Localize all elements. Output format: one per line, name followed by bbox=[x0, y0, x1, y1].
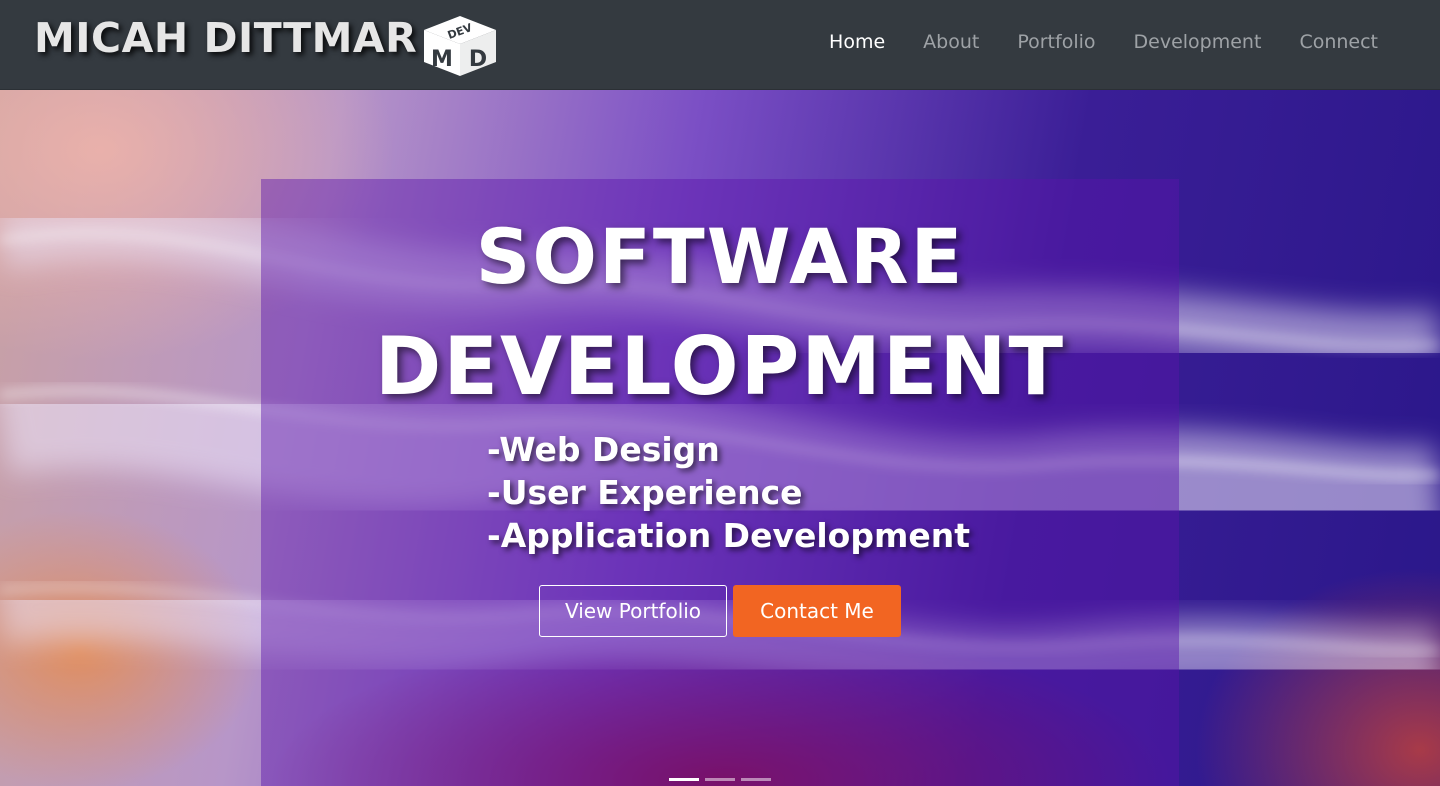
service-item: -Application Development bbox=[487, 516, 970, 555]
nav-connect[interactable]: Connect bbox=[1299, 31, 1378, 53]
carousel-indicator-1[interactable] bbox=[669, 778, 699, 781]
view-portfolio-button[interactable]: View Portfolio bbox=[539, 585, 727, 637]
services-list: -Web Design -User Experience -Applicatio… bbox=[487, 428, 970, 557]
carousel-indicator-2[interactable] bbox=[705, 778, 735, 781]
md-logo-icon[interactable]: DEV M D bbox=[420, 12, 500, 78]
nav-home[interactable]: Home bbox=[829, 31, 885, 53]
nav-about[interactable]: About bbox=[923, 31, 979, 53]
main-nav: Home About Portfolio Development Connect bbox=[791, 31, 1378, 53]
svg-text:M: M bbox=[431, 47, 453, 72]
carousel-indicator-3[interactable] bbox=[741, 778, 771, 781]
hero-carousel: SOFTWARE DEVELOPMENT -Web Design -User E… bbox=[0, 90, 1440, 786]
navbar: MICAH DITTMAR DEV M D Home About Portfol… bbox=[0, 0, 1440, 90]
carousel-indicators bbox=[669, 778, 771, 781]
svg-text:D: D bbox=[469, 47, 487, 72]
hero-headline-line2: DEVELOPMENT bbox=[374, 320, 1066, 413]
hero-headline-line1: SOFTWARE bbox=[475, 212, 965, 301]
service-item: -User Experience bbox=[487, 473, 803, 512]
nav-development[interactable]: Development bbox=[1134, 31, 1262, 53]
nav-portfolio[interactable]: Portfolio bbox=[1017, 31, 1095, 53]
contact-me-button[interactable]: Contact Me bbox=[733, 585, 901, 637]
service-item: -Web Design bbox=[487, 430, 720, 469]
site-brand-name[interactable]: MICAH DITTMAR bbox=[34, 14, 417, 62]
